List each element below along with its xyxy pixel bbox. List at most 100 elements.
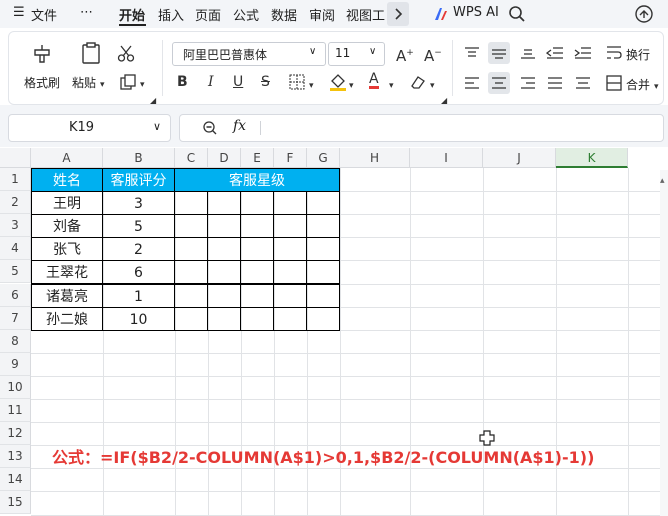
column-header-i[interactable]: I	[410, 148, 483, 168]
paste-icon[interactable]	[80, 41, 102, 65]
star-cell[interactable]	[306, 260, 340, 285]
row-header-2[interactable]: 2	[0, 191, 31, 215]
underline-button[interactable]: U	[233, 74, 243, 90]
row-header-10[interactable]: 10	[0, 375, 31, 399]
star-cell[interactable]	[306, 214, 340, 239]
formula-input[interactable]: fx	[179, 114, 664, 142]
strikethrough-button[interactable]: S	[261, 74, 270, 90]
score-cell[interactable]: 1	[102, 283, 175, 308]
chevron-down-icon[interactable]: ▾	[654, 79, 659, 95]
row-header-5[interactable]: 5	[0, 260, 31, 284]
cut-icon[interactable]	[117, 44, 135, 62]
row-header-13[interactable]: 13	[0, 445, 31, 469]
header-cell-name[interactable]: 姓名	[31, 168, 103, 193]
italic-button[interactable]: I	[208, 74, 214, 90]
star-cell[interactable]	[306, 283, 340, 308]
align-bottom-icon[interactable]	[520, 46, 536, 60]
font-color-icon[interactable]: A	[369, 72, 379, 89]
font-name-select[interactable]: 阿里巴巴普惠体 ∨	[172, 42, 326, 66]
border-icon[interactable]	[289, 74, 305, 90]
font-size-select[interactable]: 11 ∨	[328, 42, 385, 66]
column-header-c[interactable]: C	[175, 148, 208, 168]
name-cell[interactable]: 诸葛亮	[31, 283, 103, 308]
tab-page[interactable]: 页面	[195, 5, 221, 24]
column-header-f[interactable]: F	[274, 148, 307, 168]
column-header-g[interactable]: G	[307, 148, 340, 168]
star-cell[interactable]	[174, 283, 208, 308]
score-cell[interactable]: 10	[102, 306, 175, 331]
tab-review[interactable]: 审阅	[309, 5, 335, 24]
name-cell[interactable]: 王翠花	[31, 260, 103, 285]
align-top-icon[interactable]	[464, 46, 480, 60]
tab-view[interactable]: 视图	[346, 5, 372, 24]
tab-data[interactable]: 数据	[271, 5, 297, 24]
align-center-button[interactable]	[488, 72, 510, 94]
merge-cells-button[interactable]: 合并	[626, 76, 650, 93]
star-cell[interactable]	[240, 283, 274, 308]
star-cell[interactable]	[273, 237, 307, 262]
name-cell[interactable]: 孙二娘	[31, 306, 103, 331]
chevron-down-icon[interactable]: ▾	[309, 78, 314, 94]
zoom-icon[interactable]	[202, 120, 218, 136]
star-cell[interactable]	[273, 260, 307, 285]
star-cell[interactable]	[207, 306, 241, 331]
name-cell[interactable]: 刘备	[31, 214, 103, 239]
header-cell-score[interactable]: 客服评分	[102, 168, 175, 193]
column-header-e[interactable]: E	[241, 148, 274, 168]
star-cell[interactable]	[306, 306, 340, 331]
chevron-down-icon[interactable]: ▾	[430, 78, 435, 94]
column-header-k[interactable]: K	[556, 148, 628, 168]
score-cell[interactable]: 3	[102, 191, 175, 216]
tab-insert[interactable]: 插入	[158, 5, 184, 24]
wrap-text-button[interactable]: 换行	[626, 46, 650, 63]
name-cell[interactable]: 王明	[31, 191, 103, 216]
chevron-down-icon[interactable]: ▾	[140, 77, 145, 93]
star-cell[interactable]	[207, 260, 241, 285]
row-header-9[interactable]: 9	[0, 352, 31, 376]
star-cell[interactable]	[273, 306, 307, 331]
search-icon[interactable]	[508, 5, 526, 23]
star-cell[interactable]	[240, 214, 274, 239]
clear-format-icon[interactable]	[408, 74, 426, 90]
format-painter-icon[interactable]	[31, 42, 53, 64]
chevron-down-icon[interactable]: ▾	[389, 78, 394, 94]
star-cell[interactable]	[273, 283, 307, 308]
score-cell[interactable]: 2	[102, 237, 175, 262]
name-cell[interactable]: 张飞	[31, 237, 103, 262]
star-cell[interactable]	[207, 214, 241, 239]
increase-indent-icon[interactable]	[574, 46, 592, 60]
cloud-sync-icon[interactable]	[634, 4, 654, 24]
star-cell[interactable]	[306, 237, 340, 262]
row-header-8[interactable]: 8	[0, 329, 31, 353]
row-header-1[interactable]: 1	[0, 168, 31, 192]
column-header-j[interactable]: J	[483, 148, 556, 168]
tab-home[interactable]: 开始	[119, 5, 145, 24]
star-cell[interactable]	[240, 191, 274, 216]
star-cell[interactable]	[174, 191, 208, 216]
column-header-a[interactable]: A	[31, 148, 103, 168]
distribute-icon[interactable]	[575, 76, 591, 90]
star-cell[interactable]	[273, 214, 307, 239]
fx-icon[interactable]: fx	[233, 118, 246, 134]
align-left-icon[interactable]	[464, 76, 480, 90]
align-right-icon[interactable]	[520, 76, 536, 90]
tab-tools[interactable]: 工	[372, 5, 385, 24]
paste-button[interactable]: 粘贴	[72, 74, 96, 91]
chevron-down-icon[interactable]: ▾	[349, 78, 354, 94]
chevron-down-icon[interactable]: ∨	[153, 120, 161, 133]
select-all-corner[interactable]	[0, 148, 31, 168]
score-cell[interactable]: 5	[102, 214, 175, 239]
column-header-h[interactable]: H	[340, 148, 410, 168]
star-cell[interactable]	[174, 306, 208, 331]
justify-icon[interactable]	[547, 76, 563, 90]
star-cell[interactable]	[207, 191, 241, 216]
wrap-text-icon[interactable]	[606, 45, 622, 61]
star-cell[interactable]	[306, 191, 340, 216]
row-header-6[interactable]: 6	[0, 283, 31, 307]
vertical-scrollbar[interactable]: ▴	[660, 170, 668, 516]
star-cell[interactable]	[240, 260, 274, 285]
star-cell[interactable]	[240, 237, 274, 262]
row-header-11[interactable]: 11	[0, 399, 31, 423]
column-header-b[interactable]: B	[103, 148, 175, 168]
merge-cells-icon[interactable]	[606, 75, 622, 91]
